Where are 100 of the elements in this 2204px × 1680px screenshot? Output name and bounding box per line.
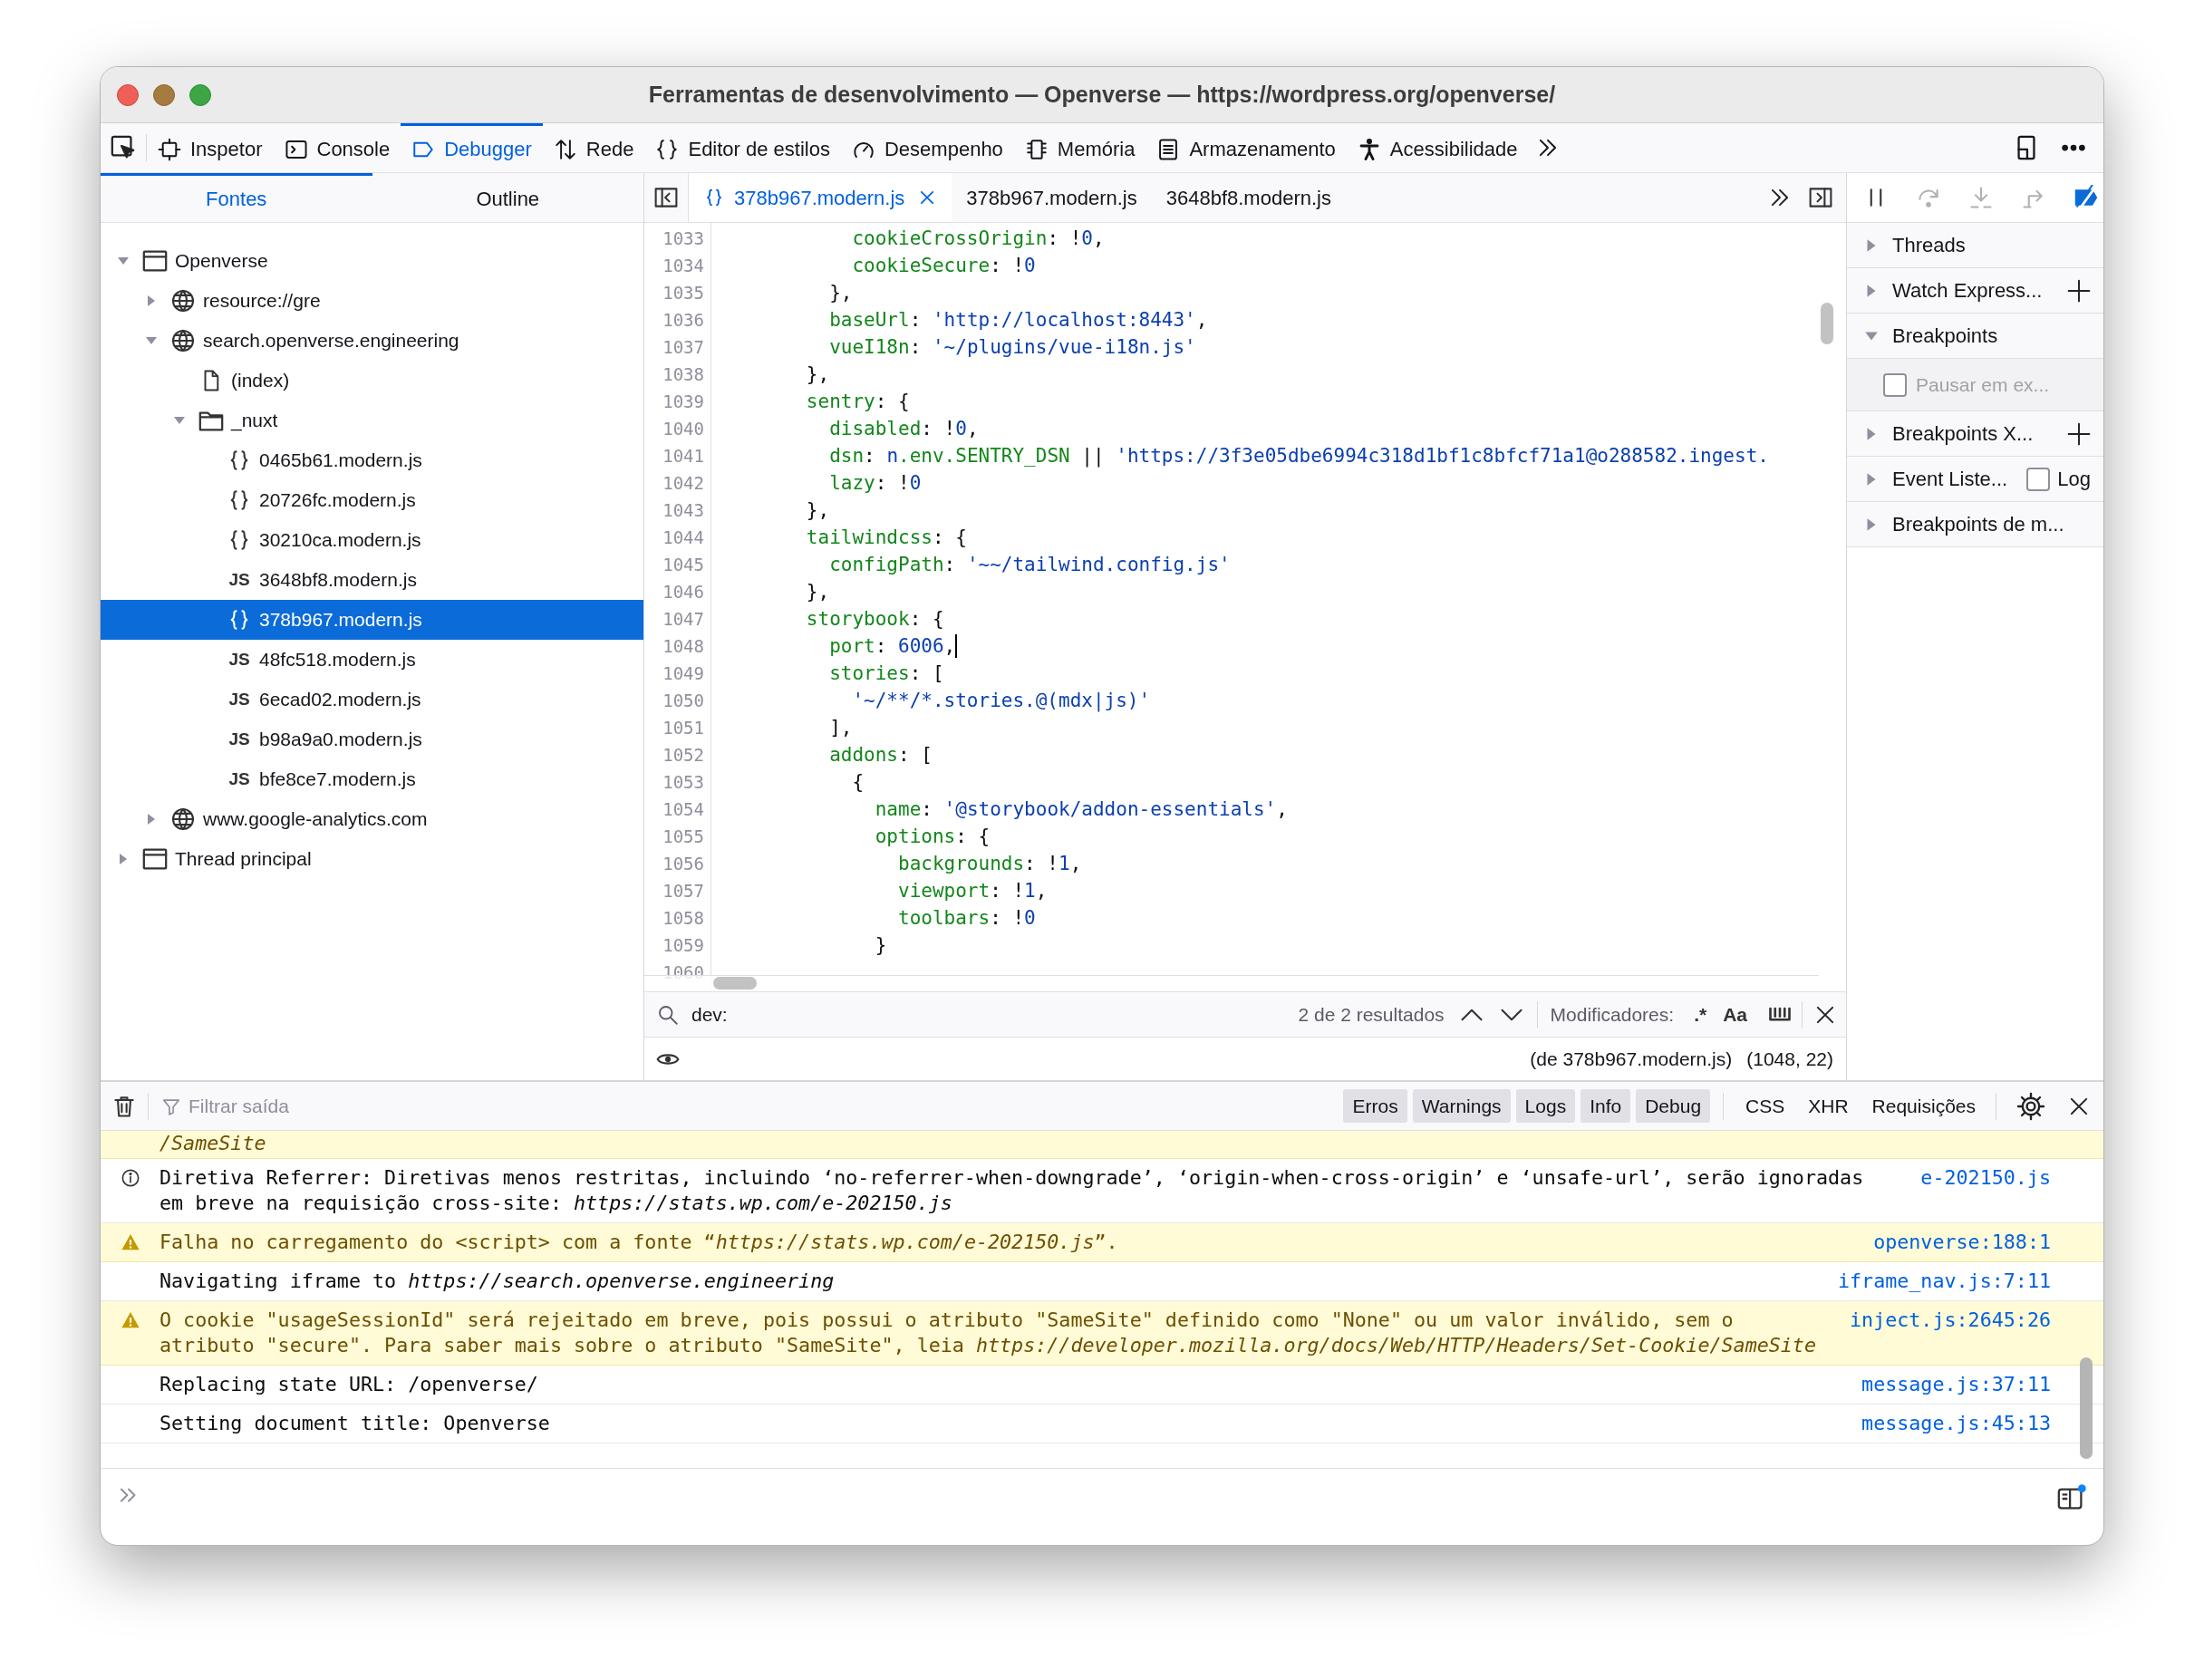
search-icon bbox=[657, 1003, 679, 1026]
search-bar[interactable]: dev: 2 de 2 resultados Modificadores: .* Aa bbox=[644, 991, 1846, 1037]
console-message: Setting document title: Openverse bbox=[160, 1411, 551, 1436]
source-link[interactable]: inject.js:2645:26 bbox=[1850, 1308, 2051, 1333]
line-number: 1050 bbox=[662, 689, 705, 712]
tree-item[interactable]: (index) bbox=[101, 361, 643, 401]
scrollbar-thumb[interactable] bbox=[2080, 1357, 2093, 1459]
type-filter-button[interactable]: Requisições bbox=[1862, 1088, 1985, 1124]
tree-item[interactable]: search.openverse.engineering bbox=[101, 321, 643, 361]
accordion-header[interactable]: Breakpoints de m... bbox=[1847, 502, 2103, 547]
tree-item[interactable]: _nuxt bbox=[101, 401, 643, 440]
checkbox-label: Pausar em ex... bbox=[1916, 372, 2050, 397]
line-number: 1055 bbox=[662, 825, 705, 848]
braces-icon bbox=[655, 137, 680, 161]
source-link[interactable]: e-202150.js bbox=[1920, 1165, 2051, 1191]
editor-tab[interactable]: 378b967.modern.js bbox=[689, 173, 952, 222]
chip-icon bbox=[158, 137, 181, 161]
devtools-tab[interactable]: Rede bbox=[542, 123, 645, 172]
modifiers-label: Modificadores: bbox=[1550, 1002, 1675, 1027]
code-line: vueI18n: '~/plugins/vue-i18n.js' bbox=[828, 335, 1196, 360]
type-filter-button[interactable]: XHR bbox=[1799, 1088, 1858, 1124]
source-link[interactable]: message.js:45:13 bbox=[1861, 1411, 2051, 1436]
level-filter-button[interactable]: Logs bbox=[1515, 1088, 1576, 1124]
modifier-toggle[interactable]: .* bbox=[1688, 999, 1713, 1029]
line-number: 1036 bbox=[662, 308, 705, 332]
devtools-tab[interactable]: Console bbox=[273, 123, 401, 172]
zoom-button[interactable] bbox=[189, 84, 211, 106]
accordion-header[interactable]: Event Liste... Log bbox=[1847, 457, 2103, 502]
checkbox[interactable] bbox=[2026, 467, 2051, 491]
editor-tab[interactable]: 378b967.modern.js bbox=[952, 173, 1152, 222]
code-line: cookieCrossOrigin: !0, bbox=[851, 227, 1105, 251]
panel-tab[interactable]: Outline bbox=[372, 173, 643, 222]
devtools-tab[interactable]: Memória bbox=[1013, 123, 1146, 172]
cursor-position: (1048, 22) bbox=[1746, 1047, 1833, 1071]
console-message: Falha no carregamento do <script> com a fonte “https://stats.wp.com/e-202150.js”. bbox=[160, 1230, 1119, 1255]
code-line: }, bbox=[805, 580, 830, 604]
devtools-tab[interactable]: Desempenho bbox=[841, 123, 1014, 172]
tree-item[interactable]: JS 6ecad02.modern.js bbox=[101, 680, 643, 719]
scrollbar-thumb[interactable] bbox=[713, 977, 757, 990]
tree-item[interactable]: Thread principal bbox=[101, 839, 643, 879]
code-line: viewport: !1, bbox=[897, 879, 1048, 903]
globe-icon bbox=[170, 806, 196, 832]
accordion-header[interactable]: Breakpoints bbox=[1847, 314, 2103, 359]
globe-icon bbox=[170, 288, 196, 314]
file-type-label: JS bbox=[227, 768, 251, 790]
file-type-label: JS bbox=[227, 728, 251, 750]
tree-item[interactable]: resource://gre bbox=[101, 281, 643, 321]
modifier-toggle[interactable]: Aa bbox=[1717, 999, 1753, 1029]
type-filter-button[interactable]: CSS bbox=[1736, 1088, 1794, 1124]
code-line: cookieSecure: !0 bbox=[851, 254, 1036, 278]
devtools-tab[interactable]: Editor de estilos bbox=[644, 123, 841, 172]
minimize-button[interactable] bbox=[153, 84, 175, 106]
sidebar-toggle-icon[interactable] bbox=[1808, 185, 1833, 210]
tree-item[interactable]: 0465b61.modern.js bbox=[101, 440, 643, 480]
editor-tab[interactable]: 3648bf8.modern.js bbox=[1151, 173, 1346, 222]
warning-icon bbox=[120, 1310, 140, 1330]
line-number: 1033 bbox=[662, 227, 705, 250]
tree-item[interactable]: 20726fc.modern.js bbox=[101, 480, 643, 520]
source-link[interactable]: message.js:37:11 bbox=[1861, 1372, 2051, 1397]
tree-item[interactable]: www.google-analytics.com bbox=[101, 799, 643, 839]
devtools-tab[interactable]: Acessibilidade bbox=[1346, 123, 1529, 172]
line-number: 1047 bbox=[662, 607, 705, 631]
accordion-header[interactable]: Watch Express... bbox=[1847, 268, 2103, 314]
source-link[interactable]: iframe_nav.js:7:11 bbox=[1837, 1269, 2051, 1294]
level-filter-button[interactable]: Debug bbox=[1636, 1088, 1711, 1124]
search-field[interactable]: dev: bbox=[691, 999, 1299, 1029]
source-link[interactable]: openverse:188:1 bbox=[1873, 1230, 2051, 1255]
deactivate-breakpoints-icon[interactable] bbox=[2074, 185, 2099, 210]
close-button[interactable] bbox=[117, 84, 139, 106]
settings-icon[interactable] bbox=[2016, 1091, 2045, 1121]
panel-tab[interactable]: Fontes bbox=[101, 173, 372, 222]
plus-icon[interactable] bbox=[2067, 278, 2091, 303]
console-toolbar[interactable]: Filtrar saída Erros Warnings Logs Info Debug CSS XHR Requisições bbox=[101, 1082, 2103, 1131]
line-number: 1043 bbox=[662, 498, 705, 522]
tree-item[interactable]: 378b967.modern.js bbox=[101, 600, 643, 640]
accordion-header[interactable]: Threads bbox=[1847, 223, 2103, 268]
devtools-tab[interactable]: Armazenamento bbox=[1146, 123, 1347, 172]
accordion-header[interactable]: Breakpoints X... bbox=[1847, 411, 2103, 457]
scrollbar-thumb[interactable] bbox=[1821, 303, 1833, 344]
tree-item[interactable]: Openverse bbox=[101, 241, 643, 281]
code-line: disabled: !0, bbox=[828, 417, 979, 441]
code-line: stories: [ bbox=[828, 661, 944, 686]
level-filter-button[interactable]: Info bbox=[1580, 1088, 1631, 1124]
tree-item[interactable]: 30210ca.modern.js bbox=[101, 520, 643, 560]
step-in-icon[interactable] bbox=[1968, 185, 1994, 210]
tree-item[interactable]: JS bfe8ce7.modern.js bbox=[101, 759, 643, 799]
code-line: options: { bbox=[874, 825, 991, 849]
code-line: dsn: n.env.SENTRY_DSN || 'https://3f3e05dbe6994c318d1bf1c8bfcf71a1@o288582.ingest. bbox=[828, 444, 1769, 469]
sidebar-toggle-icon[interactable] bbox=[653, 185, 679, 210]
devtools-tab[interactable]: Inspetor bbox=[147, 123, 274, 172]
console-message: Diretiva Referrer: Diretivas menos restritas, incluindo ‘no-referrer-when-downgrade’, ‘origin-when-cross-origin’ e ‘unsafe-url’, serão ignoradas em breve na requisição cross-site: https://stats.wp.com/e-202150.js bbox=[160, 1165, 1865, 1216]
level-filter-button[interactable]: Erros bbox=[1343, 1088, 1407, 1124]
plus-icon[interactable] bbox=[2067, 421, 2091, 446]
file-type-label: JS bbox=[227, 648, 251, 671]
tree-item[interactable]: JS 3648bf8.modern.js bbox=[101, 560, 643, 600]
tree-item[interactable]: JS b98a9a0.modern.js bbox=[101, 719, 643, 759]
level-filter-button[interactable]: Warnings bbox=[1412, 1088, 1511, 1124]
code-line: }, bbox=[805, 362, 830, 387]
filter-field[interactable]: Filtrar saída bbox=[188, 1091, 1344, 1121]
tree-item[interactable]: JS 48fc518.modern.js bbox=[101, 640, 643, 680]
